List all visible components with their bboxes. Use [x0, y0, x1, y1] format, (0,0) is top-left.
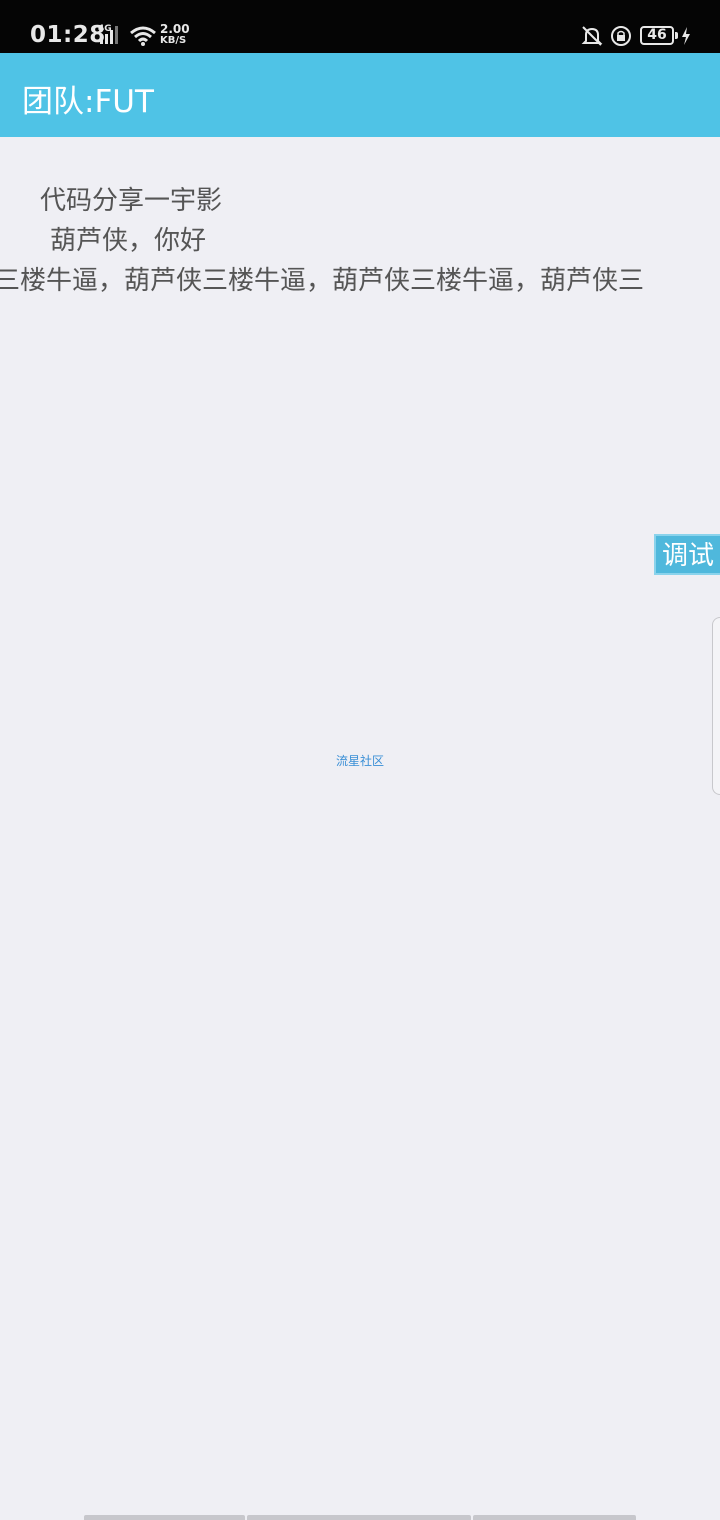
battery-icon: 46: [640, 26, 674, 45]
marquee-container: 三楼牛逼，葫芦侠三楼牛逼，葫芦侠三楼牛逼，葫芦侠三: [0, 260, 720, 298]
nav-segment-center[interactable]: [247, 1515, 471, 1520]
status-bar: 01:28 4G 2.00 KB/S 46: [0, 0, 720, 53]
network-speed: 2.00 KB/S: [160, 23, 190, 47]
wifi-icon: [129, 25, 157, 51]
nav-segment-right[interactable]: [473, 1515, 636, 1520]
marquee-text: 三楼牛逼，葫芦侠三楼牛逼，葫芦侠三楼牛逼，葫芦侠三: [0, 266, 645, 296]
app-bar: 团队:FUT: [0, 53, 720, 137]
navigation-bar: [84, 1515, 636, 1520]
greeting-label: 葫芦侠，你好: [50, 226, 207, 256]
speed-unit: KB/S: [160, 35, 187, 46]
page-title: 团队:FUT: [22, 84, 154, 120]
charging-icon: [681, 27, 691, 49]
rotation-lock-icon: [610, 25, 632, 51]
community-link[interactable]: 流星社区: [0, 752, 720, 769]
debug-button[interactable]: 调试: [654, 534, 720, 575]
nav-segment-left[interactable]: [84, 1515, 245, 1520]
signal-icon: 4G: [98, 24, 124, 48]
screen: 01:28 4G 2.00 KB/S 46 团队:FUT 代码分享一宇影 葫芦侠…: [0, 0, 720, 1520]
code-share-label: 代码分享一宇影: [40, 186, 223, 216]
status-time: 01:28: [30, 22, 106, 48]
battery-nub: [675, 32, 678, 39]
speed-value: 2.00: [160, 22, 190, 36]
bell-muted-icon: [581, 25, 603, 51]
